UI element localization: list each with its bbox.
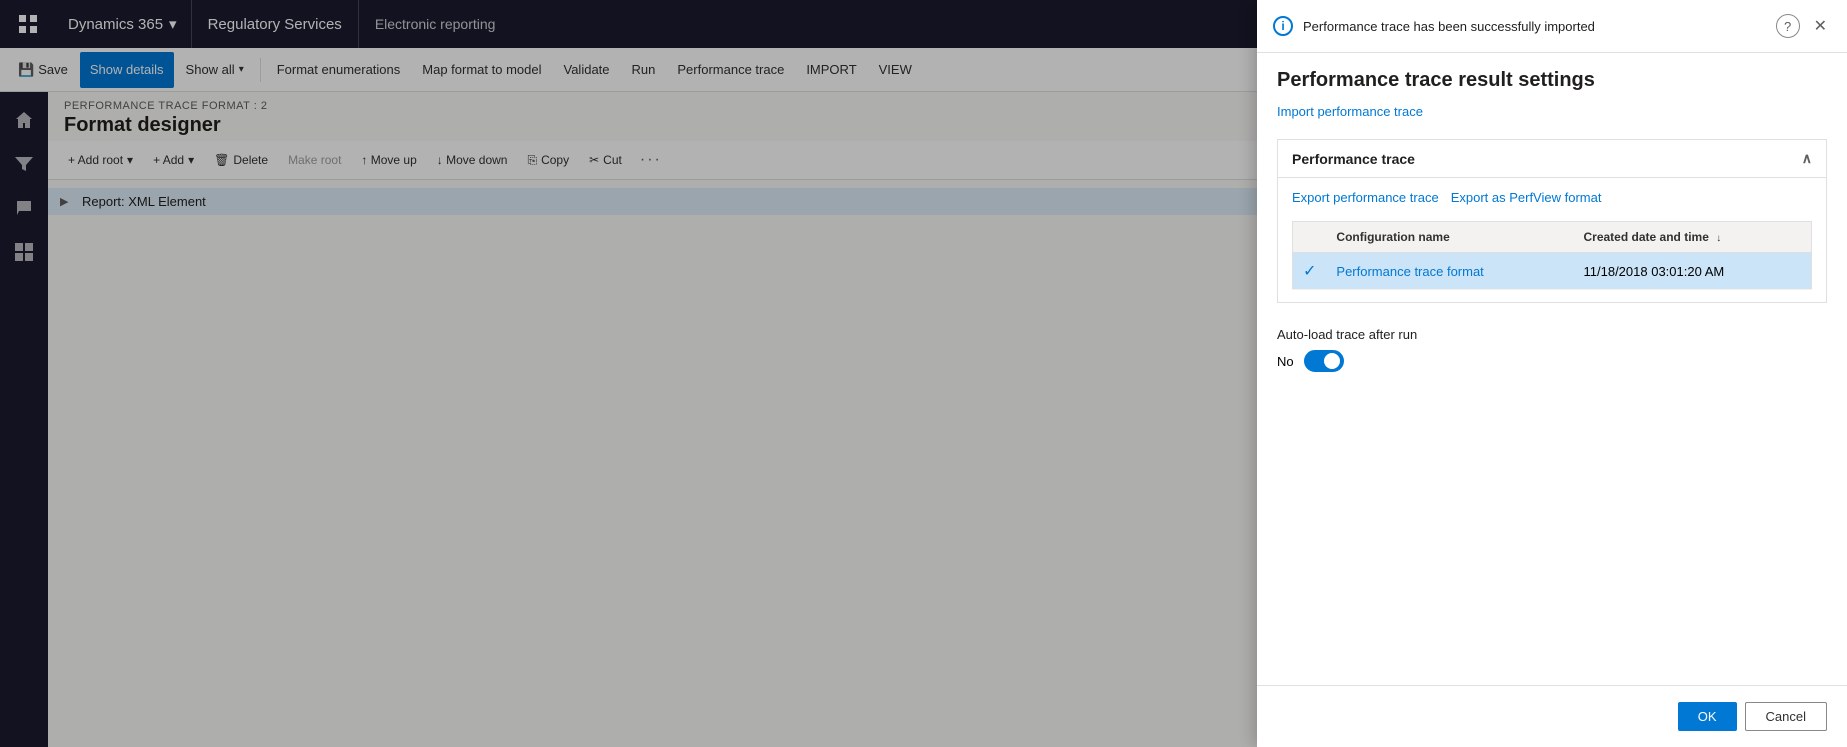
performance-trace-panel: i Performance trace has been successfull…: [1257, 0, 1847, 747]
modal-title: Performance trace result settings: [1257, 53, 1847, 100]
export-trace-link[interactable]: Export performance trace: [1292, 190, 1439, 205]
col-config-name[interactable]: Configuration name: [1326, 222, 1573, 253]
info-icon: i: [1273, 16, 1293, 36]
section-collapse-chevron: ∧: [1802, 150, 1812, 167]
section-body: Export performance trace Export as PerfV…: [1278, 178, 1826, 302]
table-row[interactable]: ✓ Performance trace format 11/18/2018 03…: [1293, 253, 1812, 290]
table-header-row: Configuration name Created date and time…: [1293, 222, 1812, 253]
performance-trace-section: Performance trace ∧ Export performance t…: [1277, 139, 1827, 303]
export-perfview-link[interactable]: Export as PerfView format: [1451, 190, 1602, 205]
import-performance-trace-link[interactable]: Import performance trace: [1257, 100, 1847, 131]
section-header[interactable]: Performance trace ∧: [1278, 140, 1826, 178]
notification-text: Performance trace has been successfully …: [1303, 19, 1766, 34]
close-button[interactable]: ✕: [1810, 12, 1831, 40]
row-check: ✓: [1293, 253, 1327, 290]
modal-actions: Export performance trace Export as PerfV…: [1292, 190, 1812, 205]
help-icon[interactable]: ?: [1776, 14, 1800, 38]
modal-footer: OK Cancel: [1257, 685, 1847, 747]
auto-load-row: No: [1277, 350, 1827, 372]
col-created-date[interactable]: Created date and time ↓: [1574, 222, 1812, 253]
modal-overlay: i Performance trace has been successfull…: [0, 0, 1847, 747]
config-name-link[interactable]: Performance trace format: [1336, 264, 1483, 279]
ok-button[interactable]: OK: [1678, 702, 1737, 731]
auto-load-value: No: [1277, 354, 1294, 369]
checkmark-icon: ✓: [1303, 263, 1316, 280]
col-check: [1293, 222, 1327, 253]
auto-load-label: Auto-load trace after run: [1277, 327, 1827, 342]
auto-load-knob: [1324, 353, 1340, 369]
cancel-button[interactable]: Cancel: [1745, 702, 1827, 731]
row-created-date: 11/18/2018 03:01:20 AM: [1574, 253, 1812, 290]
notification-bar: i Performance trace has been successfull…: [1257, 0, 1847, 53]
row-config-name[interactable]: Performance trace format: [1326, 253, 1573, 290]
trace-table: Configuration name Created date and time…: [1292, 221, 1812, 290]
auto-load-toggle[interactable]: [1304, 350, 1344, 372]
sort-desc-icon: ↓: [1716, 233, 1721, 244]
auto-load-section: Auto-load trace after run No: [1257, 311, 1847, 388]
